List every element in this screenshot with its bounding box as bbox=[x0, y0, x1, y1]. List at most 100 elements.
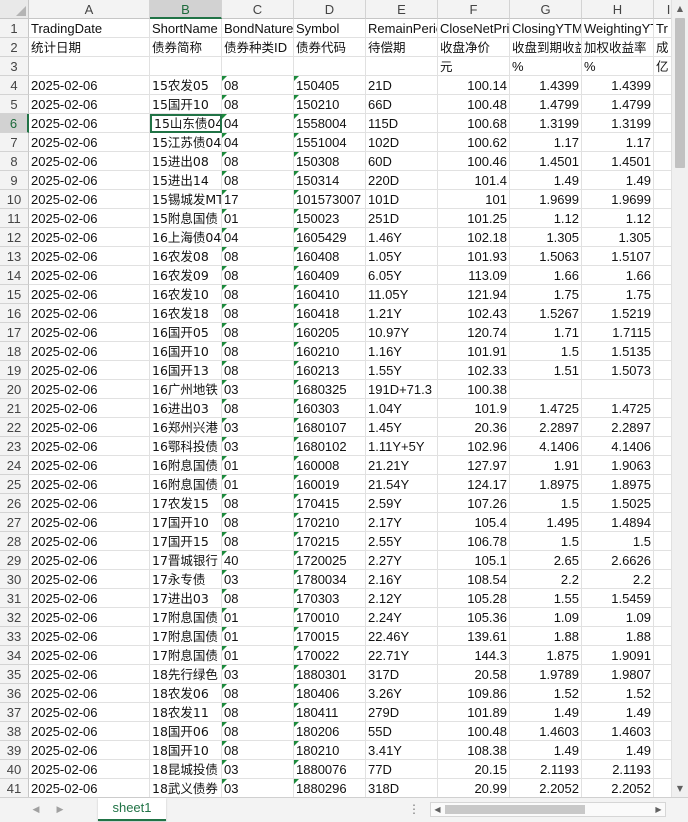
row-header-16[interactable]: 16 bbox=[0, 304, 29, 323]
cell-h15[interactable]: 1.75 bbox=[582, 285, 654, 304]
cell-a40[interactable]: 2025-02-06 bbox=[29, 760, 150, 779]
cell-a34[interactable]: 2025-02-06 bbox=[29, 646, 150, 665]
cell-b24[interactable]: 16附息国债 bbox=[150, 456, 222, 475]
cell-c2[interactable]: 债券种类ID bbox=[222, 38, 294, 57]
cell-f3[interactable]: 元 bbox=[438, 57, 510, 76]
cell-a19[interactable]: 2025-02-06 bbox=[29, 361, 150, 380]
cell-h3[interactable]: % bbox=[582, 57, 654, 76]
cell-h7[interactable]: 1.17 bbox=[582, 133, 654, 152]
cell-b34[interactable]: 17附息国债 bbox=[150, 646, 222, 665]
cell-e13[interactable]: 1.05Y bbox=[366, 247, 438, 266]
cell-e19[interactable]: 1.55Y bbox=[366, 361, 438, 380]
row-header-23[interactable]: 23 bbox=[0, 437, 29, 456]
cell-g36[interactable]: 1.52 bbox=[510, 684, 582, 703]
cell-a25[interactable]: 2025-02-06 bbox=[29, 475, 150, 494]
cell-h30[interactable]: 2.2 bbox=[582, 570, 654, 589]
vertical-scroll-thumb[interactable] bbox=[675, 18, 685, 168]
cell-a32[interactable]: 2025-02-06 bbox=[29, 608, 150, 627]
column-header-a[interactable]: A bbox=[29, 0, 150, 19]
cell-e29[interactable]: 2.27Y bbox=[366, 551, 438, 570]
row-header-37[interactable]: 37 bbox=[0, 703, 29, 722]
cell-g15[interactable]: 1.75 bbox=[510, 285, 582, 304]
scroll-left-arrow-icon[interactable]: ◀ bbox=[431, 803, 444, 816]
row-header-22[interactable]: 22 bbox=[0, 418, 29, 437]
cell-c14[interactable]: 08 bbox=[222, 266, 294, 285]
row-header-25[interactable]: 25 bbox=[0, 475, 29, 494]
cell-g21[interactable]: 1.4725 bbox=[510, 399, 582, 418]
cell-c33[interactable]: 01 bbox=[222, 627, 294, 646]
cell-e5[interactable]: 66D bbox=[366, 95, 438, 114]
cell-f21[interactable]: 101.9 bbox=[438, 399, 510, 418]
cell-h34[interactable]: 1.9091 bbox=[582, 646, 654, 665]
cell-f28[interactable]: 106.78 bbox=[438, 532, 510, 551]
row-header-14[interactable]: 14 bbox=[0, 266, 29, 285]
cell-b6[interactable]: 15山东债04 bbox=[150, 114, 222, 133]
row-header-7[interactable]: 7 bbox=[0, 133, 29, 152]
cell-d17[interactable]: 160205 bbox=[294, 323, 366, 342]
row-header-30[interactable]: 30 bbox=[0, 570, 29, 589]
cell-a41[interactable]: 2025-02-06 bbox=[29, 779, 150, 797]
cell-b2[interactable]: 债券简称 bbox=[150, 38, 222, 57]
cell-c25[interactable]: 01 bbox=[222, 475, 294, 494]
row-header-36[interactable]: 36 bbox=[0, 684, 29, 703]
cell-e27[interactable]: 2.17Y bbox=[366, 513, 438, 532]
cell-b30[interactable]: 17永专债 bbox=[150, 570, 222, 589]
cell-d31[interactable]: 170303 bbox=[294, 589, 366, 608]
cell-f29[interactable]: 105.1 bbox=[438, 551, 510, 570]
cell-b12[interactable]: 16上海债04 bbox=[150, 228, 222, 247]
cell-a5[interactable]: 2025-02-06 bbox=[29, 95, 150, 114]
row-header-21[interactable]: 21 bbox=[0, 399, 29, 418]
cell-d32[interactable]: 170010 bbox=[294, 608, 366, 627]
row-header-40[interactable]: 40 bbox=[0, 760, 29, 779]
cell-b3[interactable] bbox=[150, 57, 222, 76]
cell-d37[interactable]: 180411 bbox=[294, 703, 366, 722]
cell-a14[interactable]: 2025-02-06 bbox=[29, 266, 150, 285]
cell-a36[interactable]: 2025-02-06 bbox=[29, 684, 150, 703]
spreadsheet-grid[interactable]: A B C D E F G H I 1 TradingDate ShortName BondNature… bbox=[0, 0, 688, 797]
cell-b8[interactable]: 15进出08 bbox=[150, 152, 222, 171]
cell-a1[interactable]: TradingDate bbox=[29, 19, 150, 38]
cell-g35[interactable]: 1.9789 bbox=[510, 665, 582, 684]
cell-f30[interactable]: 108.54 bbox=[438, 570, 510, 589]
cell-c22[interactable]: 03 bbox=[222, 418, 294, 437]
cell-a16[interactable]: 2025-02-06 bbox=[29, 304, 150, 323]
cell-a31[interactable]: 2025-02-06 bbox=[29, 589, 150, 608]
cell-d7[interactable]: 1551004 bbox=[294, 133, 366, 152]
cell-d35[interactable]: 1880301 bbox=[294, 665, 366, 684]
row-header-28[interactable]: 28 bbox=[0, 532, 29, 551]
cell-b14[interactable]: 16农发09 bbox=[150, 266, 222, 285]
cell-h41[interactable]: 2.2052 bbox=[582, 779, 654, 797]
cell-h16[interactable]: 1.5219 bbox=[582, 304, 654, 323]
cell-d29[interactable]: 1720025 bbox=[294, 551, 366, 570]
cell-h9[interactable]: 1.49 bbox=[582, 171, 654, 190]
row-header-11[interactable]: 11 bbox=[0, 209, 29, 228]
cell-e14[interactable]: 6.05Y bbox=[366, 266, 438, 285]
cell-a6[interactable]: 2025-02-06 bbox=[29, 114, 150, 133]
cell-h18[interactable]: 1.5135 bbox=[582, 342, 654, 361]
sheet-tab[interactable]: sheet1 bbox=[98, 798, 166, 821]
cell-b23[interactable]: 16鄂科投债 bbox=[150, 437, 222, 456]
cell-e24[interactable]: 21.21Y bbox=[366, 456, 438, 475]
prev-sheet-arrow-icon[interactable]: ◀ bbox=[28, 802, 44, 818]
cell-g34[interactable]: 1.875 bbox=[510, 646, 582, 665]
cell-d15[interactable]: 160410 bbox=[294, 285, 366, 304]
cell-d38[interactable]: 180206 bbox=[294, 722, 366, 741]
cell-h12[interactable]: 1.305 bbox=[582, 228, 654, 247]
cell-e26[interactable]: 2.59Y bbox=[366, 494, 438, 513]
cell-c11[interactable]: 01 bbox=[222, 209, 294, 228]
cell-e6[interactable]: 115D bbox=[366, 114, 438, 133]
cell-d1[interactable]: Symbol bbox=[294, 19, 366, 38]
cell-d23[interactable]: 1680102 bbox=[294, 437, 366, 456]
row-header-33[interactable]: 33 bbox=[0, 627, 29, 646]
cell-h25[interactable]: 1.8975 bbox=[582, 475, 654, 494]
cell-d30[interactable]: 1780034 bbox=[294, 570, 366, 589]
cell-b35[interactable]: 18先行绿色 bbox=[150, 665, 222, 684]
cell-c7[interactable]: 04 bbox=[222, 133, 294, 152]
row-header-4[interactable]: 4 bbox=[0, 76, 29, 95]
cell-f11[interactable]: 101.25 bbox=[438, 209, 510, 228]
cell-f23[interactable]: 102.96 bbox=[438, 437, 510, 456]
cell-a29[interactable]: 2025-02-06 bbox=[29, 551, 150, 570]
cell-b4[interactable]: 15农发05 bbox=[150, 76, 222, 95]
column-header-d[interactable]: D bbox=[294, 0, 366, 19]
cell-g32[interactable]: 1.09 bbox=[510, 608, 582, 627]
